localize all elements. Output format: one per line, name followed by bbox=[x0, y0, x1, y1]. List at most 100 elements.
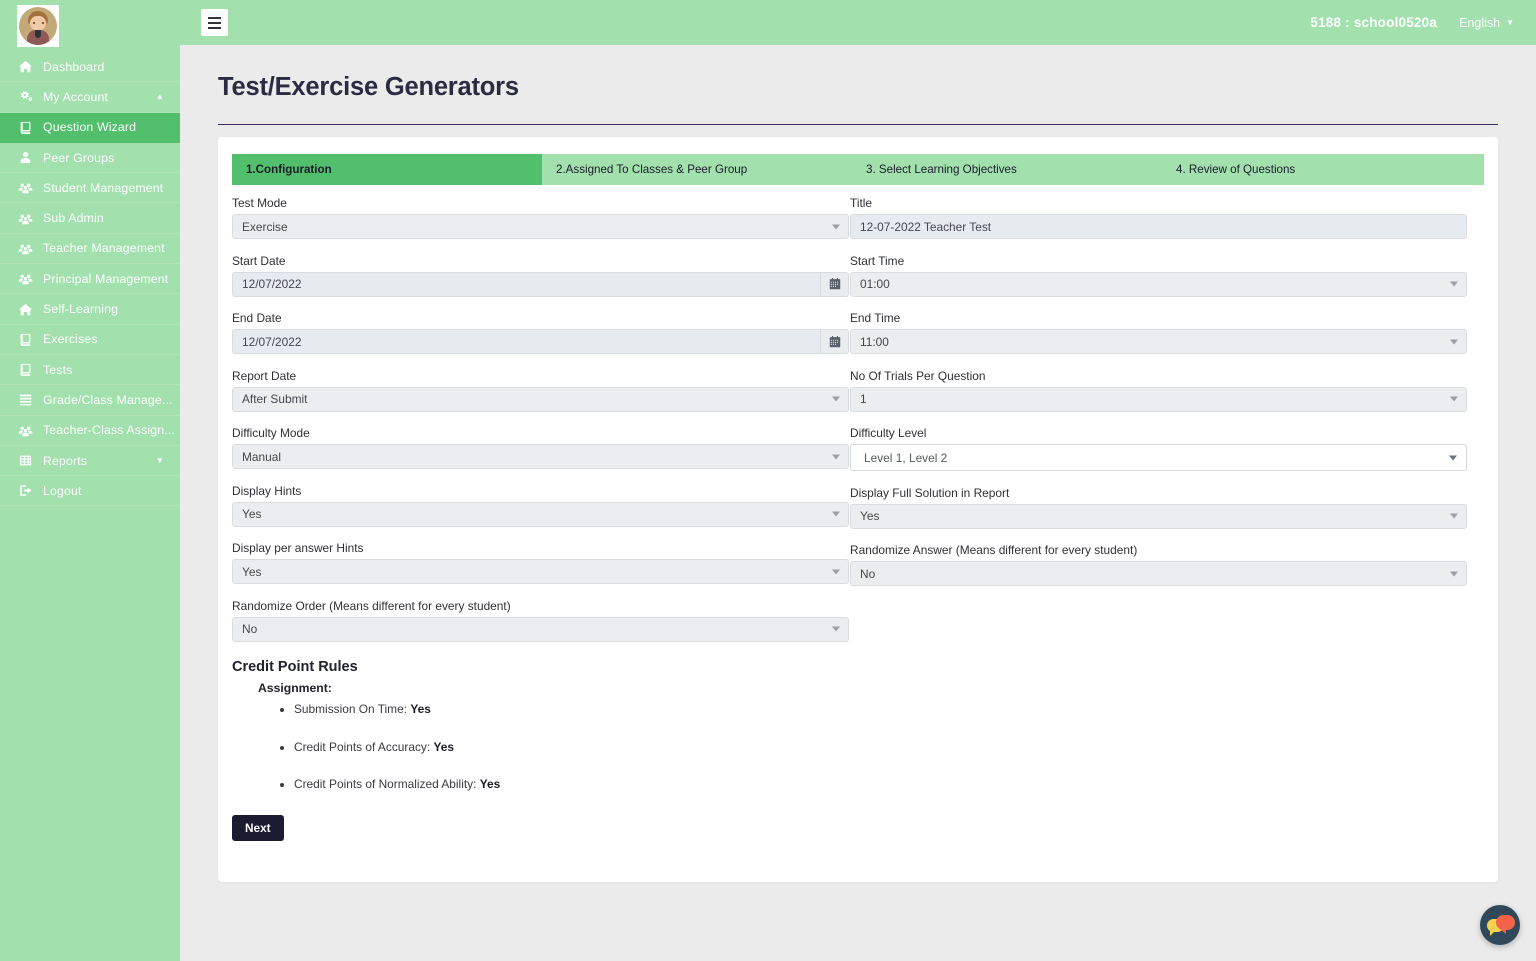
topbar-right: 5188 : school0520a English ▼ bbox=[1310, 15, 1536, 30]
sidebar-item-grade-class-manage[interactable]: Grade/Class Manage... bbox=[0, 385, 180, 416]
field-display-hints: Display Hints Yes bbox=[232, 484, 849, 527]
caret-down-icon bbox=[832, 626, 840, 632]
sidebar-item-teacher-class-assign[interactable]: Teacher-Class Assign... bbox=[0, 416, 180, 446]
start-date-input[interactable]: 12/07/2022 bbox=[232, 271, 820, 297]
content-area: Test/Exercise Generators 1.Configuration… bbox=[180, 45, 1536, 882]
field-display-full-solution: Display Full Solution in Report Yes bbox=[850, 486, 1467, 529]
chat-bubbles-icon[interactable] bbox=[1480, 905, 1520, 945]
home-icon bbox=[17, 303, 34, 316]
start-time-select[interactable]: 01:00 bbox=[850, 271, 1467, 297]
sidebar-item-sub-admin[interactable]: Sub Admin bbox=[0, 203, 180, 234]
sidebar-item-label: Peer Groups bbox=[43, 150, 115, 165]
school-id-label: 5188 : school0520a bbox=[1310, 15, 1438, 30]
title-label: Title bbox=[850, 196, 873, 210]
report-date-value: After Submit bbox=[242, 392, 308, 406]
sidebar-item-principal-management[interactable]: Principal Management bbox=[0, 264, 180, 295]
end-date-group: 12/07/2022 bbox=[232, 329, 849, 354]
sidebar-item-label: Reports bbox=[43, 453, 88, 468]
sidebar-item-label: Principal Management bbox=[43, 271, 169, 286]
book-icon bbox=[17, 363, 34, 376]
field-trials-per-question: No Of Trials Per Question 1 bbox=[850, 369, 1467, 412]
hamburger-icon[interactable] bbox=[201, 9, 228, 36]
sidebar-item-logout[interactable]: Logout bbox=[0, 476, 180, 507]
difficulty-level-label: Difficulty Level bbox=[850, 426, 927, 440]
users-icon bbox=[17, 424, 34, 437]
sidebar-item-label: Tests bbox=[43, 362, 73, 377]
users-icon bbox=[17, 212, 34, 225]
title-input[interactable]: 12-07-2022 Teacher Test bbox=[850, 214, 1467, 239]
logout-icon bbox=[17, 484, 34, 497]
test-mode-label: Test Mode bbox=[232, 196, 287, 210]
tab-review-questions[interactable]: 4. Review of Questions bbox=[1162, 154, 1484, 185]
credit-rule-value: Yes bbox=[410, 702, 431, 716]
difficulty-mode-select[interactable]: Manual bbox=[232, 444, 849, 469]
field-randomize-answer: Randomize Answer (Means different for ev… bbox=[850, 543, 1467, 586]
difficulty-mode-label: Difficulty Mode bbox=[232, 426, 310, 440]
credit-rules-heading: Credit Point Rules bbox=[232, 659, 358, 675]
book-icon bbox=[17, 333, 34, 346]
chevron-down-icon: ▼ bbox=[155, 455, 164, 465]
sidebar-item-label: Dashboard bbox=[43, 59, 105, 74]
avatar-container bbox=[0, 0, 180, 52]
difficulty-mode-value: Manual bbox=[242, 449, 281, 464]
chevron-down-icon: ▼ bbox=[1506, 18, 1514, 27]
field-end-date: End Date 12/07/2022 bbox=[232, 311, 849, 354]
caret-down-icon bbox=[1450, 513, 1458, 519]
tab-configuration[interactable]: 1.Configuration bbox=[232, 154, 542, 185]
book-icon bbox=[17, 121, 34, 134]
calendar-icon[interactable] bbox=[820, 329, 849, 354]
page-title: Test/Exercise Generators bbox=[218, 73, 519, 101]
field-end-time: End Time 11:00 bbox=[850, 311, 1467, 354]
trials-select[interactable]: 1 bbox=[850, 386, 1467, 412]
randomize-order-select[interactable]: No bbox=[232, 616, 849, 642]
field-start-date: Start Date 12/07/2022 bbox=[232, 254, 849, 297]
sidebar-item-reports[interactable]: Reports ▼ bbox=[0, 446, 180, 477]
end-date-label: End Date bbox=[232, 311, 282, 325]
sidebar-item-student-management[interactable]: Student Management bbox=[0, 173, 180, 204]
language-selector[interactable]: English ▼ bbox=[1459, 16, 1514, 30]
caret-down-icon bbox=[1450, 571, 1458, 576]
tab-assigned-to-classes[interactable]: 2.Assigned To Classes & Peer Group bbox=[542, 154, 852, 185]
sidebar-item-self-learning[interactable]: Self-Learning bbox=[0, 294, 180, 325]
end-date-input[interactable]: 12/07/2022 bbox=[232, 329, 820, 354]
chevron-up-icon: ▲ bbox=[155, 91, 164, 101]
display-hints-select[interactable]: Yes bbox=[232, 501, 849, 527]
tab-learning-objectives[interactable]: 3. Select Learning Objectives bbox=[852, 154, 1162, 185]
sidebar-item-teacher-management[interactable]: Teacher Management bbox=[0, 234, 180, 265]
display-hints-label: Display Hints bbox=[232, 483, 302, 498]
randomize-order-value: No bbox=[242, 622, 258, 636]
difficulty-level-multiselect[interactable]: Level 1, Level 2 bbox=[850, 444, 1467, 471]
field-randomize-order: Randomize Order (Means different for eve… bbox=[232, 599, 849, 642]
credit-rule-text: Submission On Time: bbox=[294, 702, 411, 716]
end-time-label: End Time bbox=[850, 311, 901, 325]
display-full-solution-select[interactable]: Yes bbox=[850, 503, 1467, 529]
end-time-select[interactable]: 11:00 bbox=[850, 329, 1467, 354]
display-per-answer-hints-select[interactable]: Yes bbox=[232, 559, 849, 584]
display-full-solution-label: Display Full Solution in Report bbox=[850, 485, 1010, 500]
randomize-order-label: Randomize Order (Means different for eve… bbox=[232, 598, 511, 613]
display-per-answer-hints-value: Yes bbox=[242, 564, 262, 579]
credit-rule-item: Credit Points of Accuracy: Yes bbox=[294, 739, 1484, 755]
randomize-answer-select[interactable]: No bbox=[850, 561, 1467, 586]
table-icon bbox=[17, 454, 34, 467]
language-label: English bbox=[1459, 15, 1501, 30]
sidebar-item-my-account[interactable]: My Account ▲ bbox=[0, 82, 180, 113]
trials-value: 1 bbox=[860, 392, 867, 406]
configuration-form: Test Mode Exercise Start Date 12/07/2022 bbox=[232, 185, 1484, 656]
display-hints-value: Yes bbox=[242, 507, 262, 521]
form-column-right: Title 12-07-2022 Teacher Test Start Time… bbox=[850, 196, 1467, 656]
sidebar-item-label: My Account bbox=[43, 89, 109, 104]
display-full-solution-value: Yes bbox=[860, 509, 880, 523]
sidebar-item-peer-groups[interactable]: Peer Groups bbox=[0, 143, 180, 174]
sidebar-item-tests[interactable]: Tests bbox=[0, 355, 180, 386]
calendar-icon[interactable] bbox=[820, 271, 849, 297]
avatar[interactable] bbox=[17, 5, 59, 47]
sidebar-item-dashboard[interactable]: Dashboard bbox=[0, 52, 180, 83]
sidebar-item-question-wizard[interactable]: Question Wizard bbox=[0, 112, 180, 143]
report-date-select[interactable]: After Submit bbox=[232, 386, 849, 412]
sidebar-item-exercises[interactable]: Exercises bbox=[0, 325, 180, 355]
chat-bubble-red bbox=[1496, 915, 1515, 934]
test-mode-select[interactable]: Exercise bbox=[232, 214, 849, 239]
credit-rule-text: Credit Points of Accuracy: bbox=[294, 739, 434, 754]
next-button[interactable]: Next bbox=[232, 814, 284, 841]
